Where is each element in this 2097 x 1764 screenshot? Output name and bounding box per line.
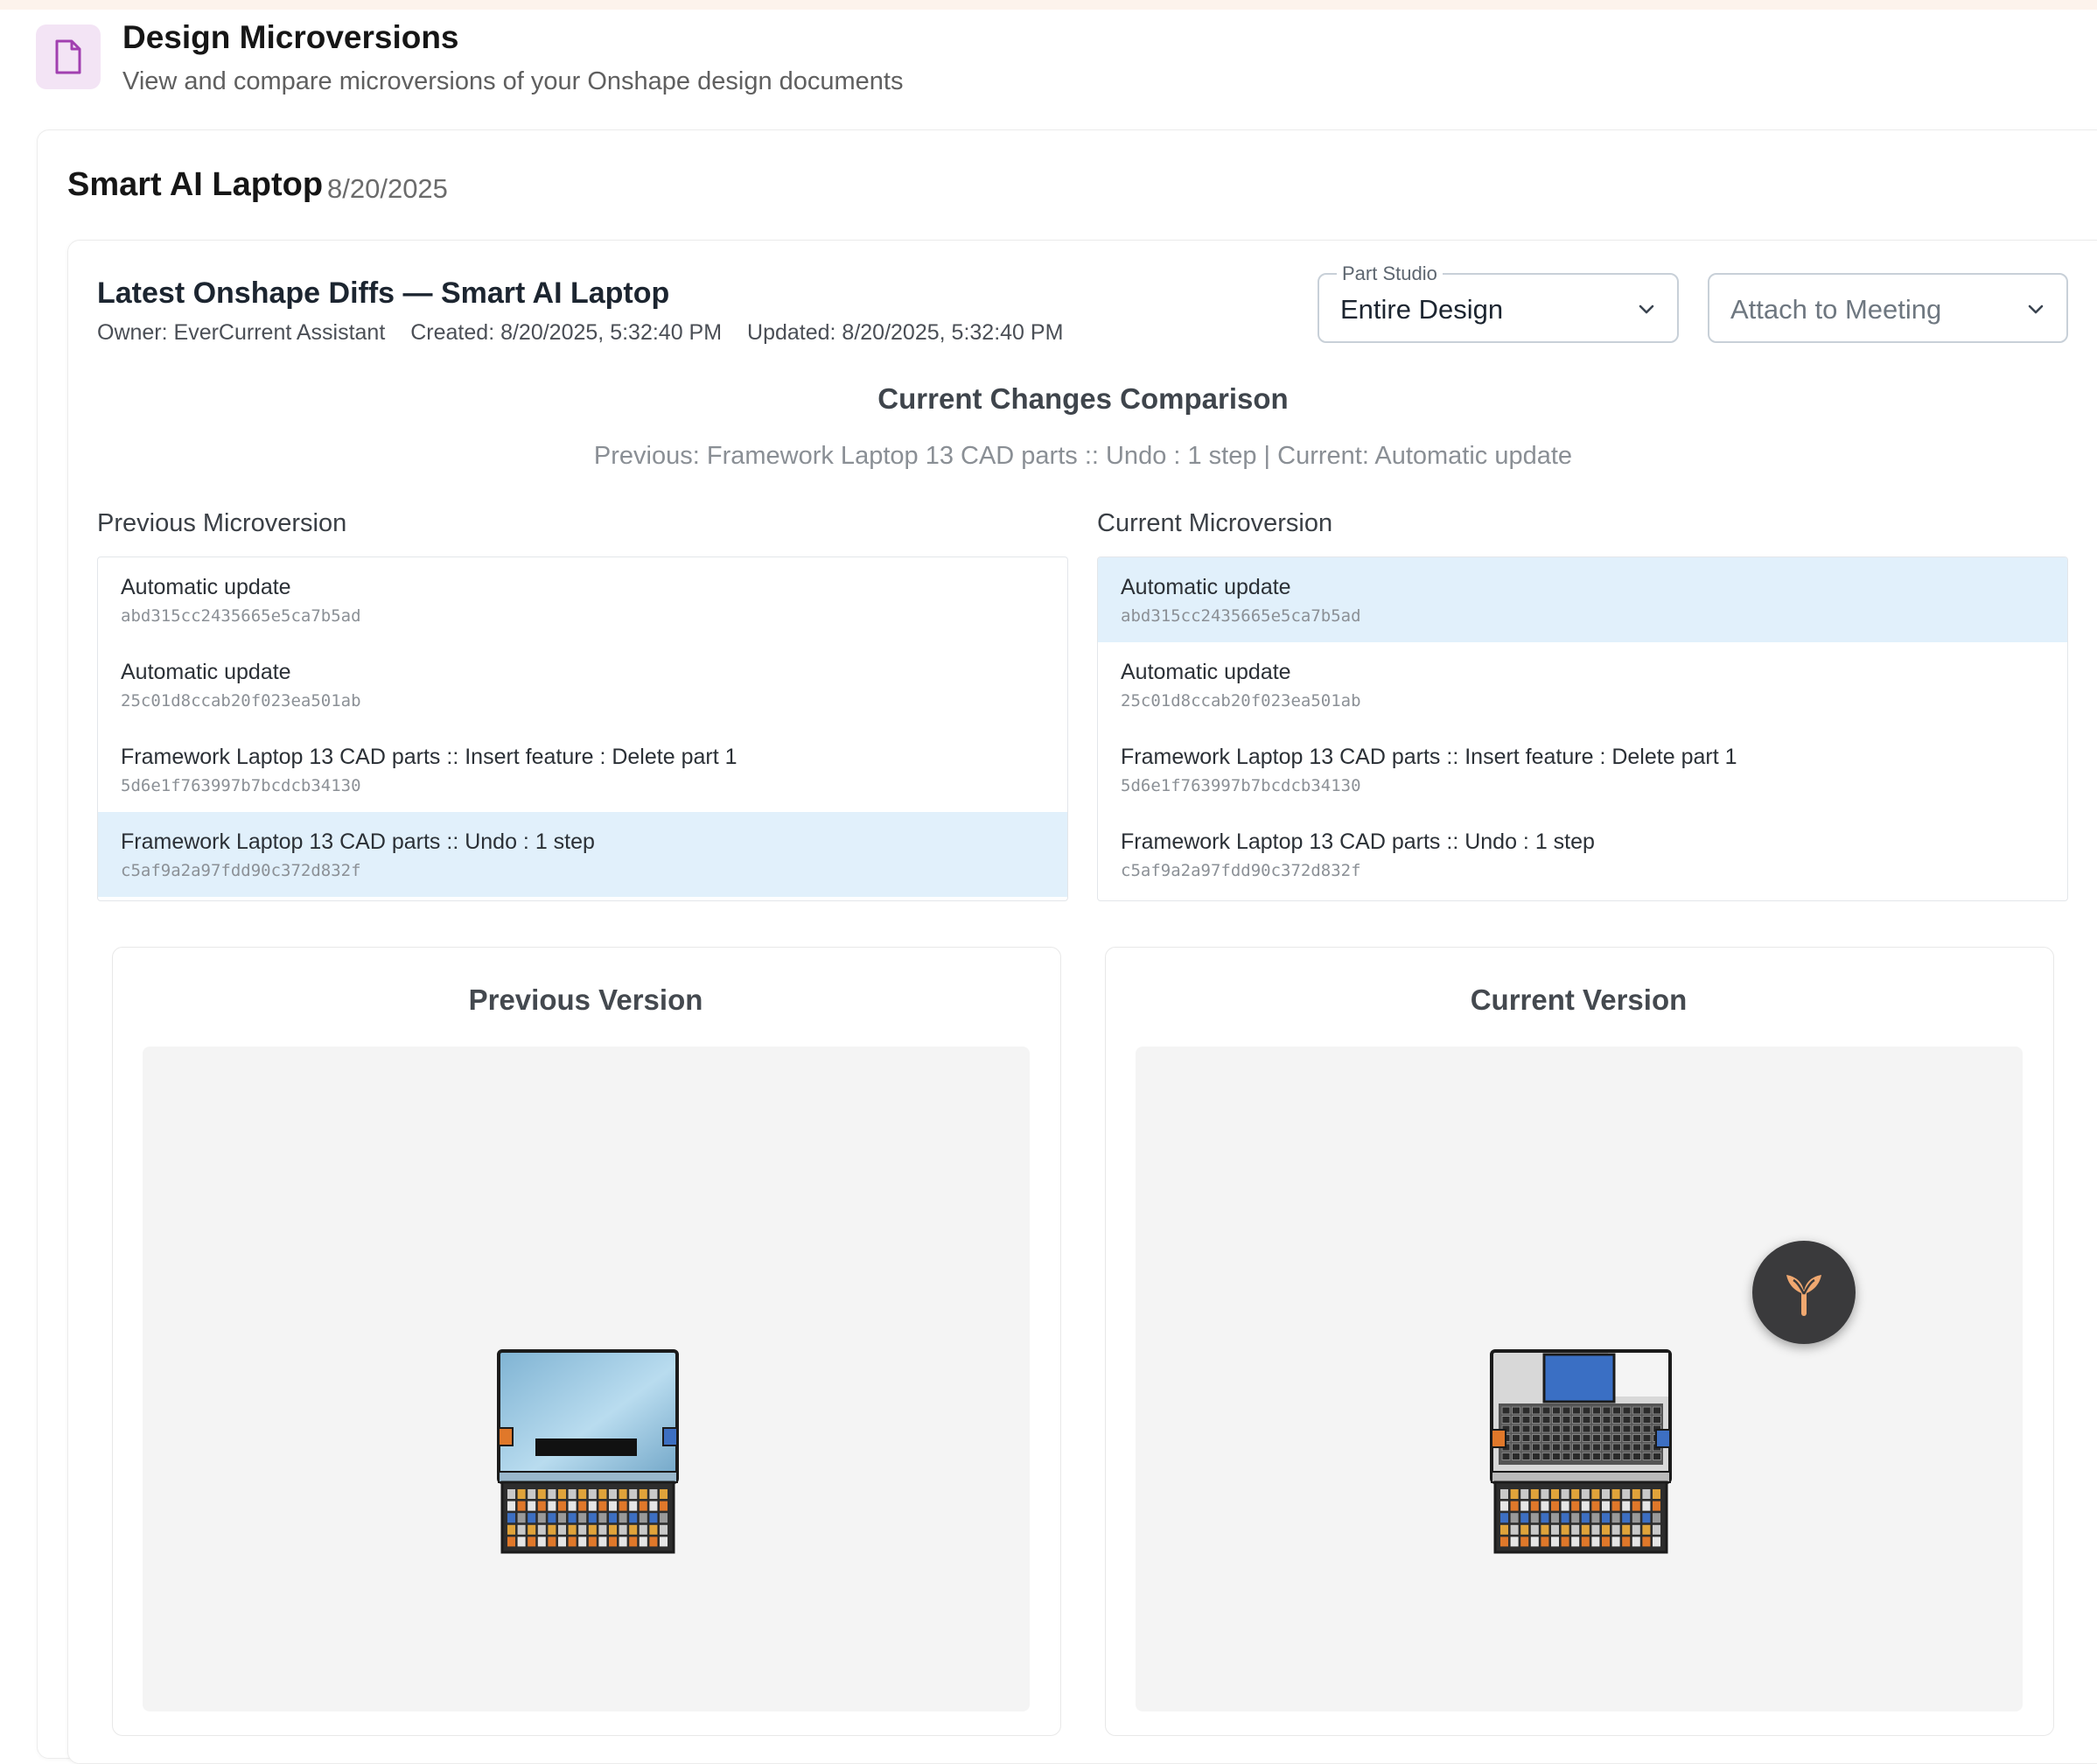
item-hash: abd315cc2435665e5ca7b5ad bbox=[1121, 606, 1361, 626]
comparison-title: Current Changes Comparison bbox=[877, 382, 1289, 415]
document-date: 8/20/2025 bbox=[327, 173, 448, 204]
item-name: Framework Laptop 13 CAD parts :: Undo : … bbox=[1121, 830, 1595, 854]
diff-title: Latest Onshape Diffs — Smart AI Laptop bbox=[97, 276, 670, 310]
item-hash: abd315cc2435665e5ca7b5ad bbox=[121, 606, 361, 626]
chevron-down-icon bbox=[2028, 304, 2044, 314]
attach-to-meeting-select[interactable]: Attach to Meeting bbox=[1708, 273, 2068, 343]
current-version-title: Current Version bbox=[1470, 984, 1688, 1016]
item-name: Framework Laptop 13 CAD parts :: Undo : … bbox=[121, 830, 595, 854]
owner-text: Owner: EverCurrent Assistant bbox=[97, 320, 386, 345]
assistant-fab-button[interactable] bbox=[1752, 1241, 1856, 1344]
item-hash: 5d6e1f763997b7bcdcb34130 bbox=[121, 776, 361, 795]
previous-microversion-label: Previous Microversion bbox=[97, 509, 347, 537]
sprout-icon bbox=[1786, 1275, 1821, 1316]
item-hash: c5af9a2a97fdd90c372d832f bbox=[1121, 861, 1361, 880]
page-title: Design Microversions bbox=[122, 19, 459, 55]
list-item[interactable]: Automatic update 25c01d8ccab20f023ea501a… bbox=[98, 642, 1067, 727]
laptop-model-current bbox=[1490, 1349, 1672, 1554]
previous-version-viewer[interactable] bbox=[143, 1046, 1030, 1712]
item-name: Automatic update bbox=[1121, 575, 1291, 599]
item-name: Automatic update bbox=[1121, 660, 1291, 684]
item-name: Automatic update bbox=[121, 575, 291, 599]
item-hash: c5af9a2a97fdd90c372d832f bbox=[121, 861, 361, 880]
list-item[interactable]: Automatic update 25c01d8ccab20f023ea501a… bbox=[1098, 642, 2067, 727]
part-studio-label: Part Studio bbox=[1337, 262, 1443, 285]
comparison-subtitle: Previous: Framework Laptop 13 CAD parts … bbox=[593, 442, 1573, 470]
list-item-selected[interactable]: Framework Laptop 13 CAD parts :: Undo : … bbox=[98, 812, 1067, 897]
top-strip bbox=[0, 0, 2097, 10]
item-name: Framework Laptop 13 CAD parts :: Insert … bbox=[1121, 745, 1737, 769]
part-studio-value: Entire Design bbox=[1340, 294, 1504, 325]
list-item-selected[interactable]: Automatic update abd315cc2435665e5ca7b5a… bbox=[1098, 557, 2067, 642]
chevron-down-icon bbox=[1639, 304, 1654, 314]
previous-microversion-list: Automatic update abd315cc2435665e5ca7b5a… bbox=[97, 556, 1068, 901]
previous-version-title: Previous Version bbox=[468, 984, 703, 1016]
item-hash: 25c01d8ccab20f023ea501ab bbox=[1121, 691, 1361, 710]
item-hash: 25c01d8ccab20f023ea501ab bbox=[121, 691, 361, 710]
item-hash: 5d6e1f763997b7bcdcb34130 bbox=[1121, 776, 1361, 795]
document-icon bbox=[36, 24, 101, 89]
diff-meta: Owner: EverCurrent Assistant Created: 8/… bbox=[97, 320, 1082, 346]
list-item[interactable]: Framework Laptop 13 CAD parts :: Insert … bbox=[1098, 727, 2067, 812]
page-subtitle: View and compare microversions of your O… bbox=[122, 67, 904, 95]
current-microversion-label: Current Microversion bbox=[1097, 509, 1333, 537]
updated-text: Updated: 8/20/2025, 5:32:40 PM bbox=[747, 320, 1064, 345]
current-microversion-list: Automatic update abd315cc2435665e5ca7b5a… bbox=[1097, 556, 2068, 901]
list-item[interactable]: Automatic update abd315cc2435665e5ca7b5a… bbox=[98, 557, 1067, 642]
list-item[interactable]: Framework Laptop 13 CAD parts :: Insert … bbox=[98, 727, 1067, 812]
item-name: Framework Laptop 13 CAD parts :: Insert … bbox=[121, 745, 737, 769]
current-version-viewer[interactable] bbox=[1136, 1046, 2023, 1712]
item-name: Automatic update bbox=[121, 660, 291, 684]
document-title: Smart AI Laptop bbox=[67, 166, 324, 203]
list-item[interactable]: Framework Laptop 13 CAD parts :: Undo : … bbox=[1098, 812, 2067, 897]
created-text: Created: 8/20/2025, 5:32:40 PM bbox=[410, 320, 723, 345]
attach-to-meeting-placeholder: Attach to Meeting bbox=[1730, 294, 1942, 325]
part-studio-select[interactable]: Part Studio Entire Design bbox=[1318, 262, 1679, 343]
laptop-model-previous bbox=[497, 1349, 679, 1554]
